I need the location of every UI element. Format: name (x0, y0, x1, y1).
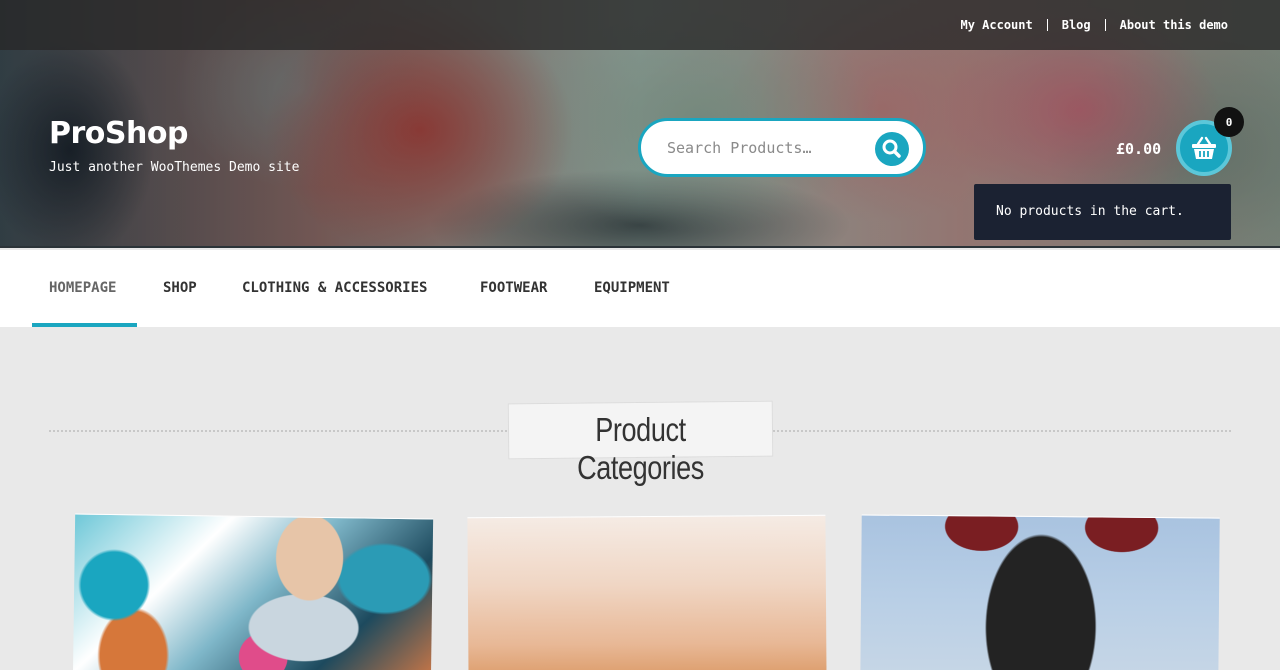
nav-item-homepage[interactable]: HOMEPAGE (49, 280, 116, 296)
search-button[interactable] (875, 132, 909, 166)
blog-link[interactable]: Blog (1062, 18, 1091, 32)
category-card-footwear[interactable] (860, 514, 1220, 670)
nav-divider (1104, 19, 1106, 31)
nav-item-clothing-accessories[interactable]: CLOTHING & ACCESSORIES (242, 280, 427, 296)
search-input[interactable] (667, 137, 857, 159)
category-card-equipment[interactable] (467, 514, 827, 670)
cart-empty-message: No products in the cart. (996, 204, 1184, 219)
main-content: Product Categories (0, 327, 1280, 670)
primary-nav: HOMEPAGE SHOP CLOTHING & ACCESSORIES FOO… (0, 250, 1280, 327)
nav-item-shop[interactable]: SHOP (163, 280, 197, 296)
site-title[interactable]: ProShop (49, 116, 188, 151)
nav-divider (1046, 19, 1048, 31)
category-card-clothing[interactable] (72, 513, 434, 670)
section-title: Product Categories (577, 411, 704, 486)
nav-item-footwear[interactable]: FOOTWEAR (480, 280, 547, 296)
site-description: Just another WooThemes Demo site (49, 160, 300, 175)
search-icon (882, 139, 901, 158)
basket-icon (1192, 136, 1216, 159)
about-demo-link[interactable]: About this demo (1120, 18, 1228, 32)
cart-count-badge: 0 (1214, 107, 1244, 137)
my-account-link[interactable]: My Account (960, 18, 1032, 32)
secondary-nav: My Account Blog About this demo (960, 18, 1228, 32)
cart-total[interactable]: £0.00 (1116, 140, 1161, 158)
site-header: My Account Blog About this demo ProShop … (0, 0, 1280, 248)
mini-cart-dropdown: No products in the cart. (974, 184, 1231, 240)
nav-item-equipment[interactable]: EQUIPMENT (594, 280, 670, 296)
product-search (638, 118, 926, 177)
top-bar: My Account Blog About this demo (0, 0, 1280, 50)
